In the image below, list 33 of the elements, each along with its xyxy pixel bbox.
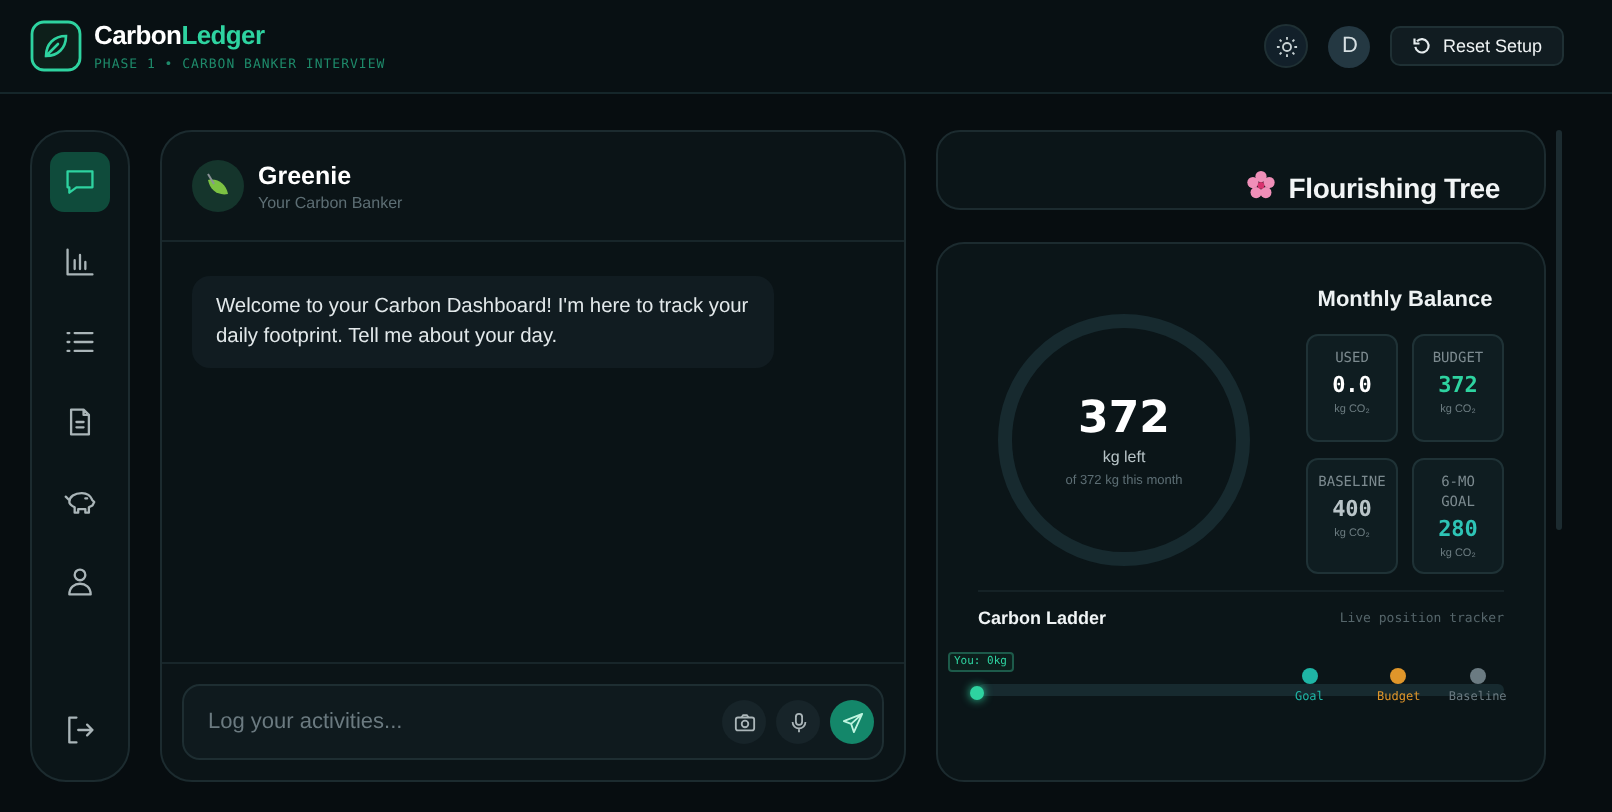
bot-name: Greenie (258, 161, 354, 189)
document-icon (64, 406, 96, 438)
reset-setup-button[interactable]: Reset Setup (1390, 26, 1564, 66)
stat-value: 372 (1438, 372, 1478, 398)
leaf-logo-icon (30, 20, 82, 72)
sun-icon (1275, 35, 1298, 57)
flower-icon (1246, 170, 1277, 200)
leaf-avatar-icon (192, 160, 244, 212)
chat-message: Welcome to your Carbon Dashboard! I'm here to track your daily footprint. Tell me about your day. (192, 276, 774, 368)
send-icon (841, 711, 863, 733)
microphone-icon (787, 711, 809, 733)
user-icon (64, 566, 96, 598)
message-input-field[interactable]: Log your activities... (182, 684, 884, 760)
logout-icon (64, 714, 96, 746)
balance-title: Monthly Balance (1317, 288, 1493, 312)
stat-value: 280 (1438, 516, 1478, 542)
ladder-title: Carbon Ladder (978, 608, 1107, 628)
list-icon (64, 326, 96, 358)
stat-value: 0.0 (1332, 372, 1372, 398)
chat-nav-button[interactable] (50, 152, 110, 212)
theme-toggle-button[interactable] (1264, 24, 1309, 68)
user-avatar[interactable]: D (1328, 25, 1371, 67)
remaining-label: kg left (1102, 447, 1146, 465)
chat-icon (64, 166, 96, 198)
status-title: Flourishing Tree (1288, 172, 1500, 204)
remaining-value: 372 (1078, 393, 1170, 443)
stat-value: 400 (1332, 496, 1372, 522)
bot-role: Your Carbon Banker (258, 193, 403, 211)
app-title: CarbonLedger (94, 20, 267, 50)
reset-icon (1412, 36, 1433, 56)
piggy-bank-icon (64, 486, 96, 518)
bar-chart-icon (64, 246, 96, 278)
camera-icon (733, 711, 755, 733)
